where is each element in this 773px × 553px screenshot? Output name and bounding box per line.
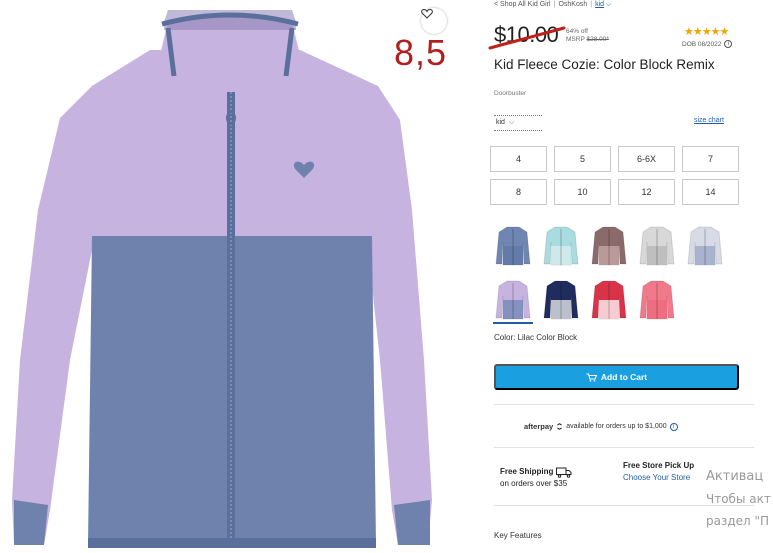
chevron-down-icon[interactable]: ⌵ xyxy=(606,1,611,8)
watermark-line: раздел "П xyxy=(706,514,770,528)
swatch-jacket-thumbnail xyxy=(543,280,579,320)
heart-outline-icon xyxy=(421,8,433,19)
free-shipping-info: Free Shipping on orders over $35 xyxy=(500,466,572,490)
color-swatch[interactable] xyxy=(634,222,680,270)
free-shipping-title: Free Shipping xyxy=(500,467,554,476)
color-swatch[interactable] xyxy=(538,222,584,270)
windows-activation-watermark: Активац Чтобы акт раздел "П xyxy=(706,466,771,532)
color-swatch[interactable] xyxy=(634,276,680,324)
swatch-jacket-thumbnail xyxy=(687,226,723,266)
wishlist-heart-button[interactable] xyxy=(421,8,447,34)
color-swatches xyxy=(490,222,740,324)
divider xyxy=(494,447,754,448)
breadcrumb-kid-link[interactable]: kid xyxy=(595,1,604,8)
size-chart-link[interactable]: size chart xyxy=(694,117,724,124)
swatch-jacket-thumbnail xyxy=(639,280,675,320)
size-options: 4 5 6-6X 7 8 10 12 14 xyxy=(490,146,740,205)
product-image: 8,5 xyxy=(0,0,460,553)
rating-stars[interactable]: ★★★★★ xyxy=(684,25,729,38)
swatch-jacket-thumbnail xyxy=(495,280,531,320)
discount-percent: 64% off xyxy=(566,28,588,35)
add-to-cart-button[interactable]: Add to Cart xyxy=(494,364,739,390)
info-icon[interactable]: i xyxy=(724,40,733,48)
watermark-line: Чтобы акт xyxy=(706,492,771,506)
swatch-jacket-thumbnail xyxy=(495,226,531,266)
size-button[interactable]: 12 xyxy=(618,179,675,205)
store-pickup-title: Free Store Pick Up xyxy=(623,461,695,470)
size-button[interactable]: 4 xyxy=(490,146,547,172)
product-subtitle: Doorbuster xyxy=(494,90,527,97)
swatch-jacket-thumbnail xyxy=(543,226,579,266)
swatch-jacket-thumbnail xyxy=(591,280,627,320)
fleece-jacket-illustration xyxy=(12,10,432,548)
swatch-jacket-thumbnail xyxy=(639,226,675,266)
store-pickup-info: Free Store Pick Up Choose Your Store xyxy=(623,460,694,484)
afterpay-banner: afterpay available for orders up to $1,0… xyxy=(524,422,678,431)
cart-icon xyxy=(586,373,597,382)
strikethrough-mark xyxy=(488,26,566,50)
dob-info: DOB 08/2022 i xyxy=(682,40,733,48)
breadcrumb-brand-link[interactable]: OshKosh xyxy=(558,1,587,8)
price-block: $10.00 xyxy=(488,22,566,50)
info-icon[interactable]: i xyxy=(669,422,678,431)
afterpay-arrows-icon xyxy=(557,423,563,430)
key-features-heading[interactable]: Key Features xyxy=(494,531,542,540)
color-swatch[interactable] xyxy=(490,276,536,324)
afterpay-text: available for orders up to $1,000 xyxy=(566,423,667,430)
dob-text: DOB 08/2022 xyxy=(682,40,722,48)
choose-store-link[interactable]: Choose Your Store xyxy=(623,472,694,484)
size-button[interactable]: 6-6X xyxy=(618,146,675,172)
swatch-jacket-thumbnail xyxy=(591,226,627,266)
size-button[interactable]: 8 xyxy=(490,179,547,205)
msrp-value: $28.00* xyxy=(586,36,609,43)
free-shipping-text: on orders over $35 xyxy=(500,479,568,488)
msrp-label: MSRP xyxy=(566,36,585,43)
discount-info: 64% off MSRP $28.00* xyxy=(566,28,609,44)
color-swatch[interactable] xyxy=(538,276,584,324)
color-swatch[interactable] xyxy=(682,222,728,270)
product-title: Kid Fleece Cozie: Color Block Remix xyxy=(494,57,715,72)
handwritten-overlay-number: 8,5 xyxy=(394,32,448,73)
color-swatch[interactable] xyxy=(586,222,632,270)
add-to-cart-label: Add to Cart xyxy=(600,372,648,382)
size-button[interactable]: 5 xyxy=(554,146,611,172)
selected-color-label: Color: Lilac Color Block xyxy=(494,333,578,342)
afterpay-logo: afterpay xyxy=(524,422,554,431)
size-range-select[interactable]: kid ⌵ xyxy=(494,115,542,131)
breadcrumb: < Shop All Kid Girl | OshKosh | kid ⌵ xyxy=(494,1,612,8)
size-button[interactable]: 7 xyxy=(682,146,739,172)
divider xyxy=(494,404,754,405)
size-button[interactable]: 10 xyxy=(554,179,611,205)
watermark-line: Активац xyxy=(706,469,764,484)
size-range-label: kid xyxy=(496,119,505,126)
truck-icon xyxy=(556,467,572,478)
size-button[interactable]: 14 xyxy=(682,179,739,205)
color-swatch[interactable] xyxy=(586,276,632,324)
color-swatch[interactable] xyxy=(490,222,536,270)
breadcrumb-shop-all-link[interactable]: < Shop All Kid Girl xyxy=(494,1,551,8)
chevron-down-icon: ⌵ xyxy=(508,119,515,126)
